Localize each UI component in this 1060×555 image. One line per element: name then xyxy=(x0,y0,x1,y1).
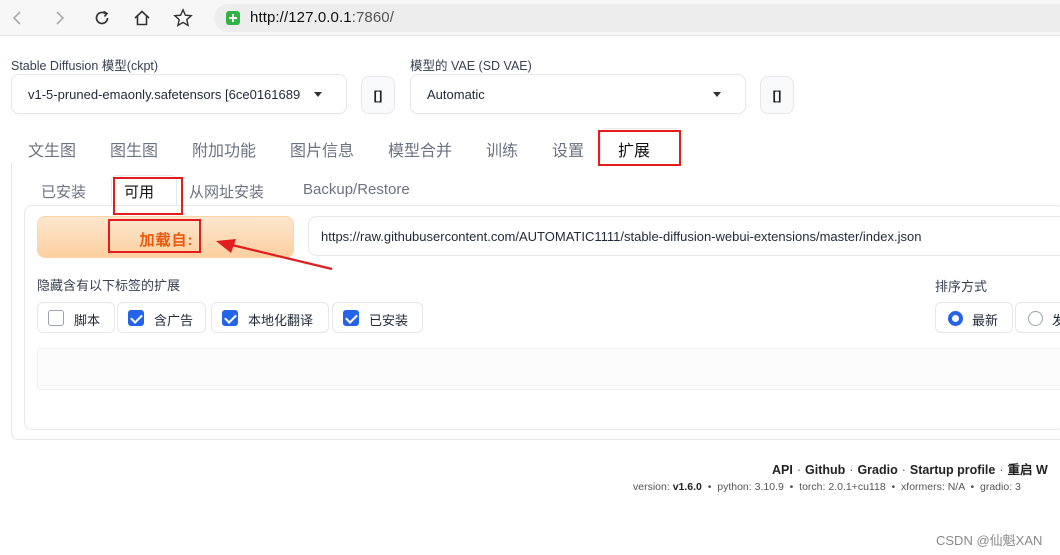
xformers-version: xformers: N/A xyxy=(901,481,965,493)
footer-link-gradio[interactable]: Gradio xyxy=(857,463,897,477)
footer-link-startup-profile[interactable]: Startup profile xyxy=(910,463,995,477)
footer-link-reload[interactable]: 重启 W xyxy=(1008,463,1048,477)
webui-version: v1.6.0 xyxy=(672,481,702,493)
footer-link-github[interactable]: Github xyxy=(805,463,845,477)
watermark: CSDN @仙魁XAN xyxy=(936,533,1043,548)
gradio-version: gradio: 3 xyxy=(980,481,1021,493)
footer-versions: version: v1.6.0 • python: 3.10.9 • torch… xyxy=(633,481,1021,493)
footer-link-api[interactable]: API xyxy=(772,463,793,477)
python-version: python: 3.10.9 xyxy=(717,481,784,493)
footer-links: API · Github · Gradio · Startup profile · 重启 W xyxy=(772,463,1048,477)
torch-version: torch: 2.0.1+cu118 xyxy=(799,481,886,493)
